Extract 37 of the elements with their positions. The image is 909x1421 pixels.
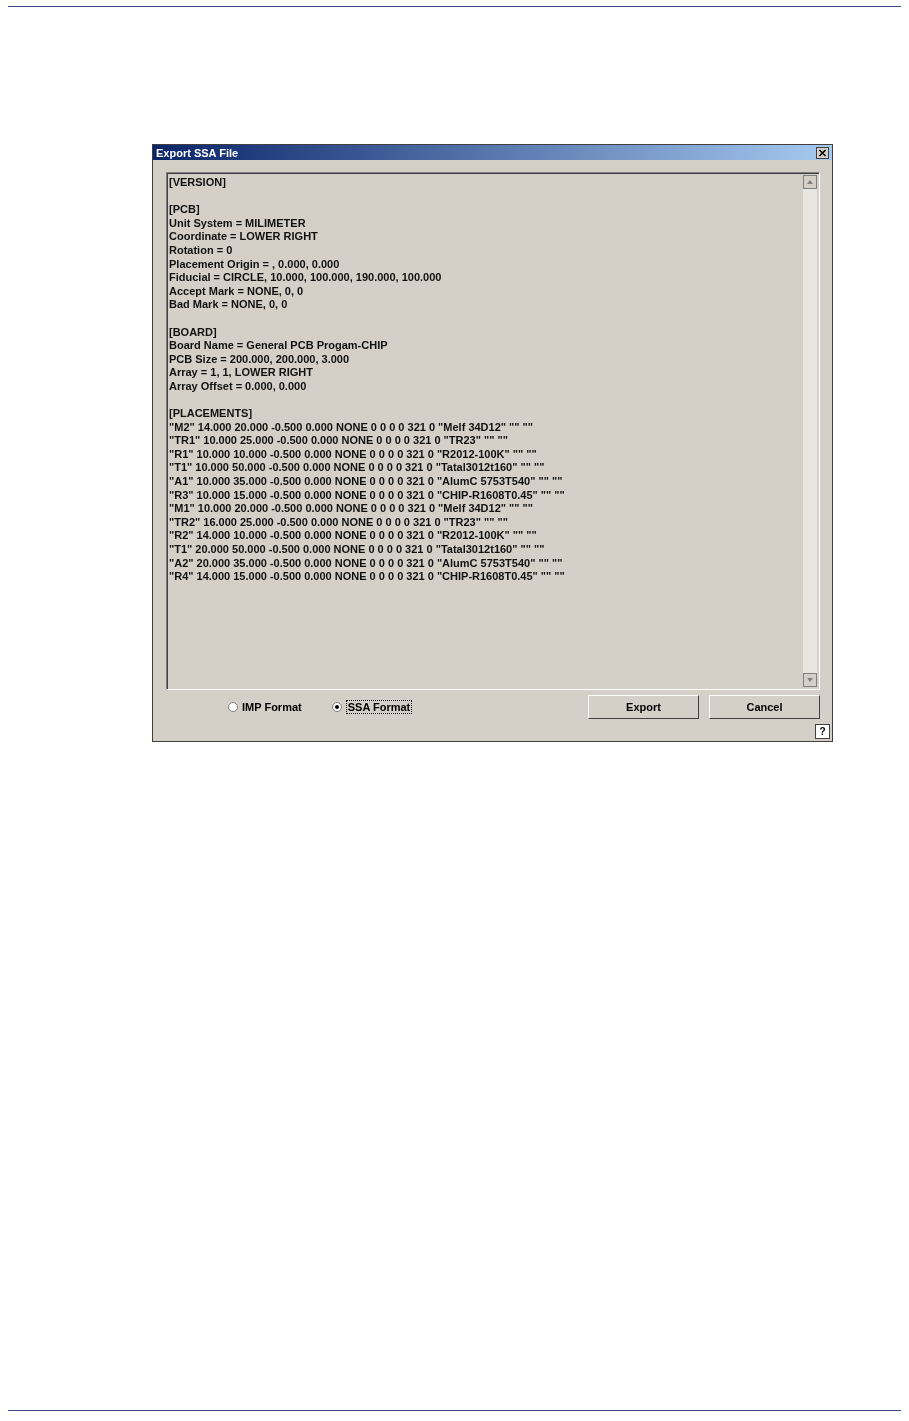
scroll-up-icon[interactable] [803,175,817,189]
text-line: Array Offset = 0.000, 0.000 [169,379,308,394]
text-line: [PLACEMENTS] [169,407,254,421]
text-line: PCB Size = 200.000, 200.000, 3.000 [169,352,351,367]
text-line: "T1" 10.000 50.000 -0.500 0.000 NONE 0 0 0 0 321 0 "Tatal3012t160" "" "" [169,461,546,476]
text-line: "M1" 10.000 20.000 -0.500 0.000 NONE 0 0 0 0 321 0 "Melf 34D12" "" "" [169,502,534,516]
dialog-button[interactable]: Cancel [709,695,820,719]
text-line: "R1" 10.000 10.000 -0.500 0.000 NONE 0 0 0 0 321 0 "R2012-100K" "" "" [169,447,538,462]
text-line: "A2" 20.000 35.000 -0.500 0.000 NONE 0 0 0 0 321 0 "AlumC 5753T540" "" "" [169,556,564,571]
text-line: [PCB] [169,203,201,217]
text-line: Unit System = MILIMETER [169,216,307,231]
text-area[interactable] [166,172,820,690]
text-line: "TR2" 16.000 25.000 -0.500 0.000 NONE 0 0 0 0 321 0 "TR23" "" "" [169,515,509,530]
text-line: "T1" 20.000 50.000 -0.500 0.000 NONE 0 0 0 0 321 0 "Tatal3012t160" "" "" [169,543,546,557]
text-line: Board Name = General PCB Progam-CHIP [169,339,389,353]
text-line: [BOARD] [169,325,218,340]
text-line: "R4" 14.000 15.000 -0.500 0.000 NONE 0 0 0 0 321 0 "CHIP-R1608T0.45" "" "" [169,570,566,584]
text-line: Rotation = 0 [169,243,234,258]
text-line: Fiducial = CIRCLE, 10.000, 100.000, 190.000, 100.000 [169,271,443,285]
close-icon[interactable] [816,146,829,159]
text-line: Placement Origin = , 0.000, 0.000 [169,257,341,272]
help-button[interactable]: ? [815,724,830,739]
text-line: "R2" 14.000 10.000 -0.500 0.000 NONE 0 0 0 0 321 0 "R2012-100K" "" "" [169,529,538,544]
text-line: Bad Mark = NONE, 0, 0 [169,298,289,312]
text-line: "M2" 14.000 20.000 -0.500 0.000 NONE 0 0 0 0 321 0 "Melf 34D12" "" "" [169,420,534,435]
text-line: Coordinate = LOWER RIGHT [169,230,319,244]
dialog-button[interactable]: Export [588,695,699,719]
text-line: Accept Mark = NONE, 0, 0 [169,284,305,299]
text-line: "R3" 10.000 15.000 -0.500 0.000 NONE 0 0 0 0 321 0 "CHIP-R1608T0.45" "" "" [169,488,566,503]
text-line: Array = 1, 1, LOWER RIGHT [169,366,314,380]
format-radio[interactable]: IMP Format [228,700,302,714]
scroll-down-icon[interactable] [803,673,817,687]
scrollbar[interactable] [803,175,817,687]
window-title: Export SSA File [156,146,239,159]
text-line: [VERSION] [169,176,227,190]
text-line: "TR1" 10.000 25.000 -0.500 0.000 NONE 0 0 0 0 321 0 "TR23" "" "" [169,434,509,448]
text-line: "A1" 10.000 35.000 -0.500 0.000 NONE 0 0 0 0 321 0 "AlumC 5753T540" "" "" [169,475,564,489]
